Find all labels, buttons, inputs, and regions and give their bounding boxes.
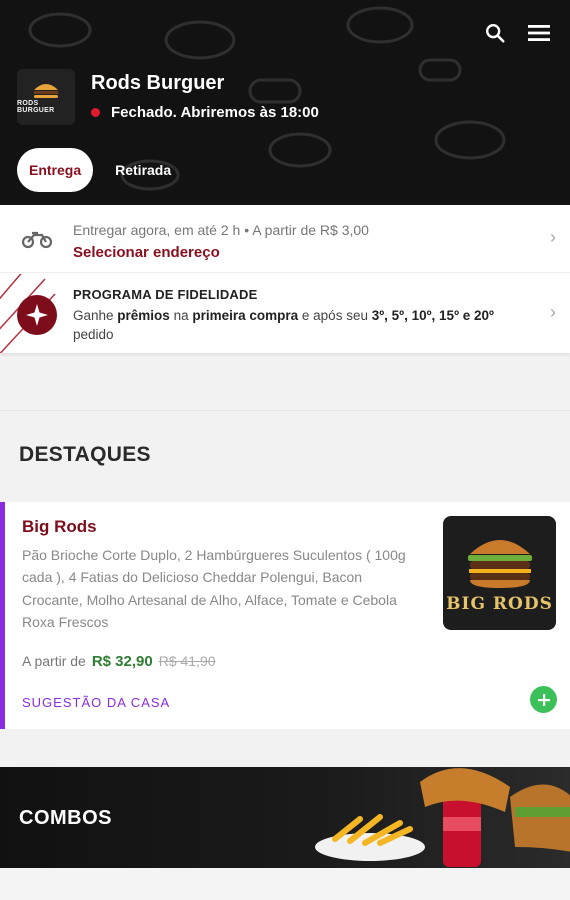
- burger-image-icon: [467, 540, 532, 588]
- order-mode-tabs: Entrega Retirada: [17, 148, 173, 192]
- product-card[interactable]: Big Rods Pão Brioche Corte Duplo, 2 Hamb…: [0, 502, 570, 729]
- search-icon[interactable]: [482, 20, 508, 46]
- store-name: Rods Burguer: [91, 72, 225, 94]
- select-address-link[interactable]: Selecionar endereço: [73, 244, 220, 261]
- price-prefix: A partir de: [22, 653, 86, 669]
- loyalty-title: PROGRAMA DE FIDELIDADE: [73, 287, 258, 302]
- loyalty-star-icon: [17, 295, 57, 335]
- price-row: A partir de R$ 32,90 R$ 41,90: [22, 653, 216, 670]
- product-name: Big Rods: [22, 517, 97, 536]
- logo-text: RODS BURGUER: [17, 99, 55, 114]
- combos-image: [315, 768, 570, 867]
- combos-title: COMBOS: [19, 807, 112, 829]
- combos-banner[interactable]: COMBOS: [0, 767, 570, 868]
- loyalty-program-row[interactable]: PROGRAMA DE FIDELIDADE Ganhe prêmios na …: [0, 274, 570, 353]
- plus-icon: [537, 693, 550, 706]
- chevron-right-icon: ›: [550, 227, 556, 247]
- burger-logo-icon: [34, 83, 58, 98]
- chevron-right-icon: ›: [550, 302, 556, 322]
- header-actions: [482, 20, 552, 46]
- product-tag: SUGESTÃO DA CASA: [22, 695, 171, 710]
- old-price: R$ 41,90: [158, 653, 216, 669]
- product-image-label: BIG RODS: [446, 594, 553, 614]
- store-status: Fechado. Abriremos às 18:00: [91, 104, 319, 121]
- delivery-address-row[interactable]: Entregar agora, em até 2 h • A partir de…: [0, 205, 570, 273]
- product-description: Pão Brioche Corte Duplo, 2 Hambúrgueres …: [22, 547, 406, 631]
- info-card: Entregar agora, em até 2 h • A partir de…: [0, 205, 570, 353]
- tab-entrega[interactable]: Entrega: [17, 148, 94, 192]
- loyalty-description: Ganhe prêmios na primeira compra e após …: [73, 308, 494, 342]
- section-divider: [0, 410, 570, 411]
- product-image: BIG RODS: [443, 516, 556, 630]
- store-logo: RODS BURGUER: [17, 69, 75, 125]
- add-to-cart-button[interactable]: [530, 686, 557, 713]
- status-dot-icon: [91, 108, 100, 117]
- motorcycle-icon: [22, 231, 52, 249]
- current-price: R$ 32,90: [91, 653, 153, 670]
- menu-icon[interactable]: [526, 20, 552, 46]
- delivery-info: Entregar agora, em até 2 h • A partir de…: [73, 222, 369, 238]
- status-text: Fechado. Abriremos às 18:00: [111, 104, 319, 121]
- section-title-destaques: DESTAQUES: [19, 443, 151, 466]
- bottom-spacer: [0, 868, 570, 900]
- tab-retirada[interactable]: Retirada: [113, 148, 173, 192]
- store-header: RODS BURGUER Rods Burguer Fechado. Abrir…: [0, 0, 570, 205]
